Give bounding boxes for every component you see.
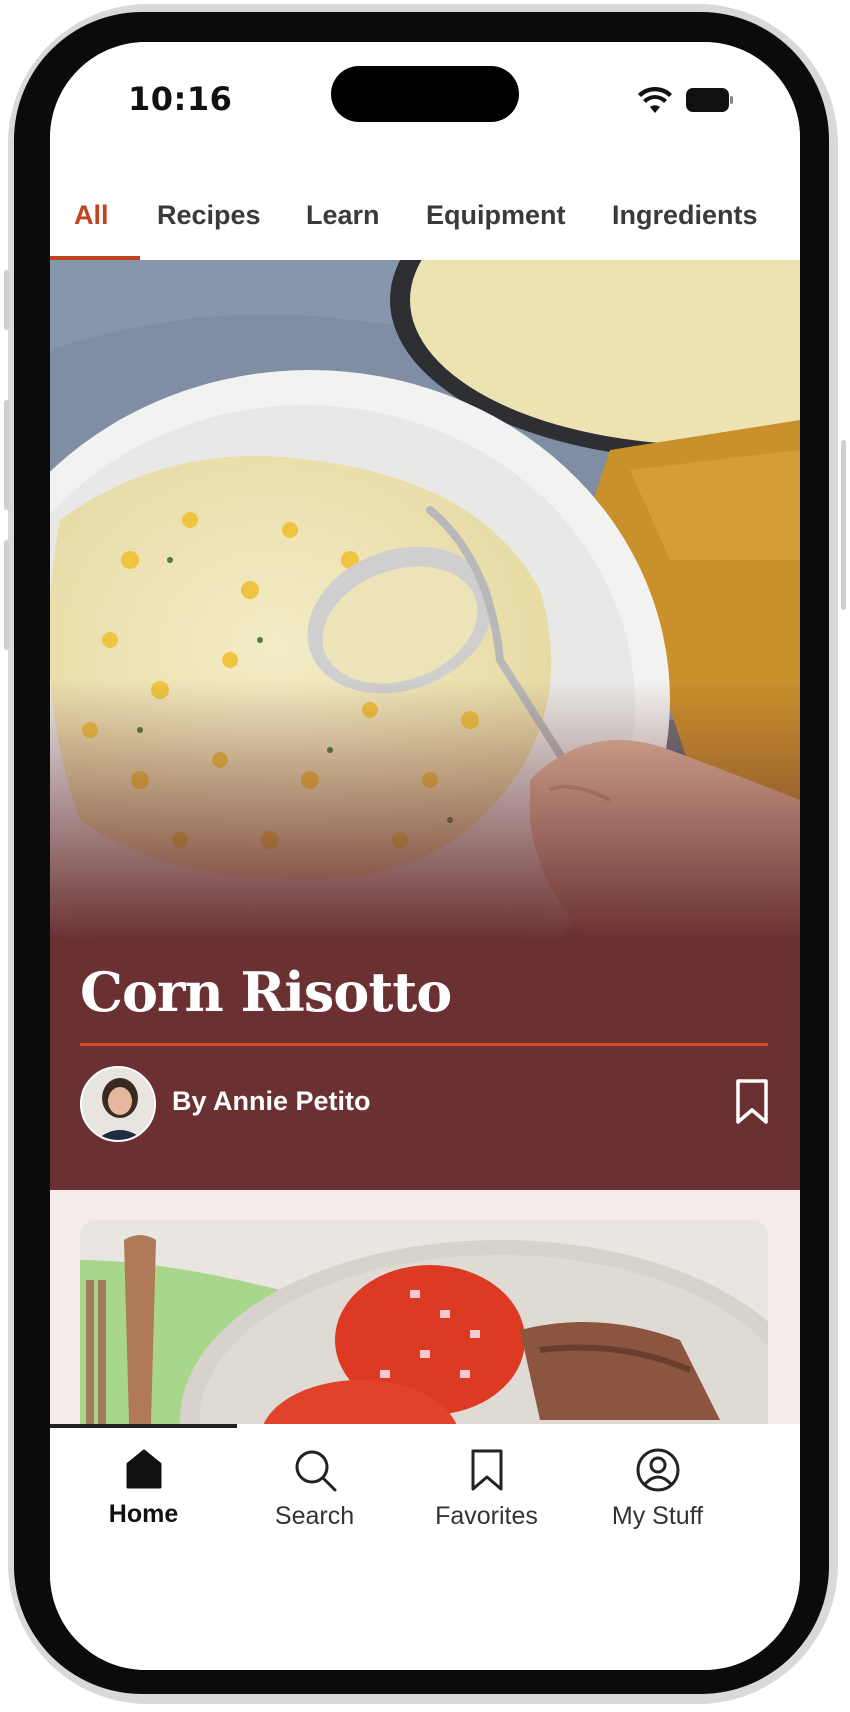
featured-recipe-card[interactable]: Corn Risotto By Annie Petito (50, 260, 800, 1190)
author-name[interactable]: By Annie Petito (172, 1086, 371, 1117)
bottom-navigation: Home Search Favorites My Stuff (50, 1424, 800, 1670)
home-icon (126, 1449, 161, 1489)
mute-switch (4, 270, 9, 330)
status-time: 10:16 (128, 80, 233, 118)
profile-icon (636, 1448, 679, 1492)
power-button (841, 440, 846, 610)
featured-recipe-photo (50, 260, 800, 1190)
bookmark-icon[interactable] (734, 1078, 770, 1126)
wifi-icon (638, 86, 672, 113)
tab-ingredients[interactable]: Ingredients (612, 200, 758, 231)
tab-equipment[interactable]: Equipment (426, 200, 566, 231)
volume-down-button (4, 540, 9, 650)
status-bar: 10:16 (50, 42, 800, 172)
battery-icon (686, 88, 733, 112)
title-divider (80, 1043, 768, 1046)
tab-all[interactable]: All (74, 200, 109, 231)
app-screen: 10:16 All Recipes Learn Equipment Ingred… (50, 42, 800, 1670)
category-tabs: All Recipes Learn Equipment Ingredients (50, 172, 800, 260)
search-icon (295, 1450, 336, 1492)
bookmark-icon (471, 1449, 502, 1491)
tab-learn[interactable]: Learn (306, 200, 380, 231)
author-avatar (80, 1066, 156, 1142)
nav-home[interactable]: Home (50, 1434, 237, 1544)
nav-search[interactable]: Search (221, 1434, 408, 1544)
recipe-title: Corn Risotto (80, 960, 452, 1024)
nav-search-label: Search (274, 1502, 355, 1530)
dynamic-island (331, 66, 519, 122)
nav-home-label: Home (108, 1500, 179, 1528)
active-nav-indicator (50, 1424, 237, 1428)
nav-favorites[interactable]: Favorites (393, 1434, 580, 1544)
nav-my-stuff-label: My Stuff (611, 1502, 704, 1530)
tab-recipes[interactable]: Recipes (157, 200, 261, 231)
nav-favorites-label: Favorites (435, 1502, 538, 1530)
nav-my-stuff[interactable]: My Stuff (564, 1434, 751, 1544)
volume-up-button (4, 400, 9, 510)
